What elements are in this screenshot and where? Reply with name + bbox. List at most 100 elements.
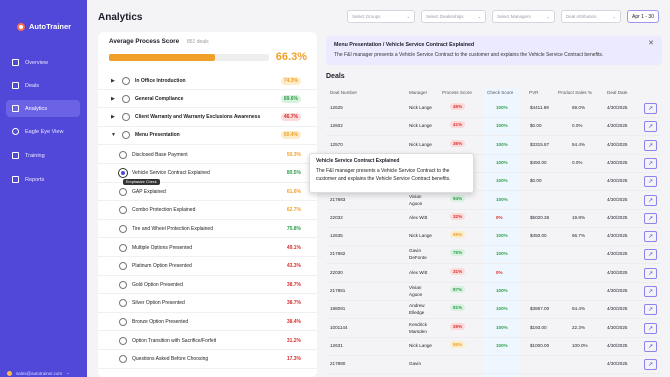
user-menu[interactable]: sales@autotrainer.com ⌄ [7,370,70,376]
subitem-checkbox[interactable] [119,224,127,233]
subitem-row[interactable]: Questions Asked Before Choosing 17.3% [98,351,317,369]
open-external-icon[interactable]: ↗ [644,212,657,224]
section-checkbox[interactable] [122,131,130,140]
open-external-icon[interactable]: ↗ [644,340,657,352]
subitem-row[interactable]: Disclosed Base Payment 50.3% [98,146,317,164]
filter-select[interactable]: Select Managers ⌄ [492,10,555,23]
subitem-row[interactable]: Option Transition with Sacrifice/Forfeit… [98,332,317,350]
table-row[interactable]: 217880 Gavin 4/30/2025 ↗ [326,356,660,375]
open-external-icon[interactable]: ↗ [644,249,657,261]
subitem-checkbox[interactable] [119,355,127,364]
subitem-row[interactable]: GAP Explained 61.6% [98,183,317,202]
section-checkbox[interactable] [122,113,130,122]
open-external-icon[interactable]: ↗ [644,304,657,316]
open-external-icon[interactable]: ↗ [644,157,657,169]
subitem-checkbox[interactable] [119,262,127,271]
table-row[interactable]: 22030 Alex Witt 31% 0% 4/30/2025 ↗ [326,265,660,283]
table-row[interactable]: 217883 Vivian Aguon 94% 100% 4/30/2025 ↗ [326,192,660,210]
subitem-checkbox[interactable] [119,187,127,196]
open-external-icon[interactable]: ↗ [644,103,657,114]
table-row[interactable]: 12631 Nick Lange 55% 100% $1000.00 100.0% 4/30… [326,338,660,356]
subitem-row[interactable]: Bronze Option Presented 38.4% [98,313,317,332]
subitem-checkbox[interactable] [119,317,127,326]
open-external-icon[interactable]: ↗ [644,359,657,371]
column-header[interactable]: Check Score [487,90,513,95]
info-banner: Menu Presentation / Vehicle Service Cont… [326,36,662,65]
sidebar-item-training[interactable]: Training [6,147,80,164]
subitem-label: Silver Option Presented [132,300,185,307]
open-external-icon[interactable]: ↗ [644,322,657,334]
column-header[interactable]: Manager [409,90,427,95]
caret-down-icon[interactable]: ▼ [111,132,116,138]
subitem-score: 38.7% [286,281,301,288]
app-logo[interactable]: AutoTrainer [17,22,71,31]
sidebar-item-label: Analytics [25,105,48,112]
subitem-checkbox[interactable] [119,299,127,308]
open-external-icon[interactable]: ↗ [644,121,657,133]
caret-right-icon[interactable]: ▶ [111,96,115,102]
subitem-row[interactable]: Silver Option Presented 38.7% [98,295,317,313]
section-row[interactable]: ▼ Menu Presentation 50.4% [98,127,317,145]
filter-select[interactable]: Select Dealerships ⌄ [421,10,486,23]
manager-name: Alex Witt [409,269,428,275]
table-row[interactable]: 12635 Nick Lange 69% 100% $450.00 66.7% 4/30/2… [326,228,660,247]
filter-bar: Select Groups ⌄ Select Dealerships ⌄ Select … [347,10,621,23]
subitem-row[interactable]: Multiple Options Presented 49.1% [98,239,317,257]
caret-right-icon[interactable]: ▶ [111,114,115,120]
close-icon[interactable]: ✕ [648,39,654,47]
subitem-row[interactable]: Gold Option Presented 38.7% [98,276,317,295]
filter-select[interactable]: Select Groups ⌄ [347,10,415,23]
column-header[interactable]: Deal Number [330,90,357,95]
subitem-checkbox[interactable] [119,336,127,345]
column-header[interactable]: Product Sales % [558,90,592,95]
deal-number: 22030 [330,269,343,275]
table-row[interactable]: 12625 Nick Lange 45% 100% $4411.69 69.0% 4/30/… [326,100,660,118]
sidebar-item-reports[interactable]: Reports [6,171,80,188]
open-external-icon[interactable]: ↗ [644,267,657,279]
section-checkbox[interactable] [122,76,130,85]
table-row[interactable]: 12602 Nick Lange 41% 100% $0.00 0.0% 4/30/2025… [326,118,660,137]
table-row[interactable]: 1001144 Kendrick Marsden 26% 100% $193.00 22.3… [326,320,660,338]
deal-number: 1001144 [330,324,348,330]
subitem-checkbox[interactable] [119,150,127,159]
subitem-row[interactable]: Combo Protection Explained 62.7% [98,202,317,220]
deal-number: 198091 [330,306,346,312]
subitem-label: Tire and Wheel Protection Explained [132,225,213,232]
caret-right-icon[interactable]: ▶ [111,78,115,84]
table-row[interactable]: 198091 Andrew Elledge 81% 100% $3867.00 54.4% 4… [326,301,660,320]
subitem-row[interactable]: Tire and Wheel Protection Explained 75.8% [98,220,317,239]
open-external-icon[interactable]: ↗ [644,286,657,297]
filter-select[interactable]: Deal Attribution ⌄ [561,10,621,23]
table-row[interactable]: 217881 Vivian Aguon 87% 100% 4/30/2025 ↗ [326,283,660,301]
sidebar-item-overview[interactable]: Overview [6,54,80,71]
checked-circle-icon[interactable] [119,169,127,178]
section-row[interactable]: ▶ Client Warranty and Warranty Exclusions… [98,109,317,127]
column-header[interactable]: PVR [529,90,538,95]
open-external-icon[interactable]: ↗ [644,231,657,243]
subitem-checkbox[interactable] [119,206,127,215]
check-score: 100% [496,233,508,239]
subitem-checkbox[interactable] [119,280,127,289]
open-external-icon[interactable]: ↗ [644,139,657,151]
subitem-checkbox[interactable] [119,243,127,252]
column-header[interactable]: Process Score [442,90,472,95]
date-range-button[interactable]: Apr 1 - 30 [627,10,659,23]
sidebar-item-analytics[interactable]: Analytics [6,100,80,117]
column-header[interactable]: Deal Date [607,90,627,95]
section-row[interactable]: ▶ General Compliance 89.6% [98,90,317,109]
sidebar-item-deals[interactable]: Deals [6,77,80,94]
subitem-score: 50.3% [286,151,301,158]
table-row[interactable]: 22032 Alex Witt 32% 0% $5020.36 19.8% 4/30/202… [326,210,660,228]
manager-name: Elledge [409,310,425,316]
section-row[interactable]: ▶ In Office Introduction 74.3% [98,72,317,90]
graduation-icon [12,152,19,159]
emphasize-check-tooltip: Emphasize Check [123,179,160,185]
subitem-row[interactable]: Platinum Option Presented 43.3% [98,258,317,276]
open-external-icon[interactable]: ↗ [644,194,657,206]
section-label: General Compliance [135,95,184,102]
open-external-icon[interactable]: ↗ [644,176,657,188]
table-row[interactable]: 217882 Gavin DeFonte 75% 100% 4/30/2025 ↗ [326,246,660,265]
table-row[interactable]: 12570 Nick Lange 36% 100% $3315.87 54.4% 4/30/… [326,137,660,155]
section-checkbox[interactable] [122,94,130,103]
sidebar-item-eagle-eye-view[interactable]: Eagle Eye View [6,123,80,140]
